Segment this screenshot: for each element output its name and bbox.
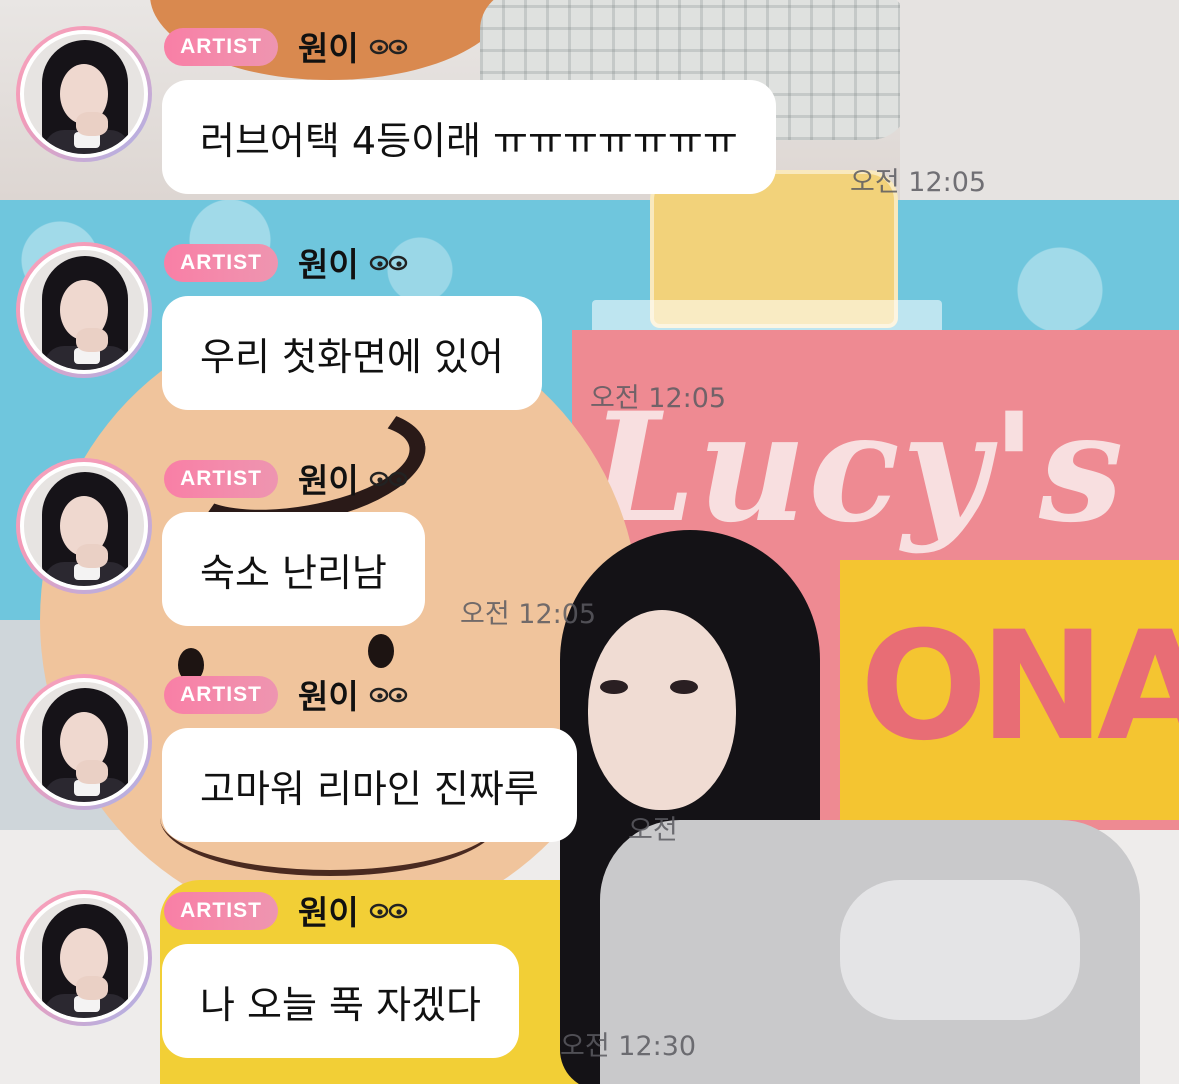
eyes-icon xyxy=(369,39,407,55)
avatar-photo xyxy=(20,246,148,374)
artist-badge: ARTIST xyxy=(164,892,278,930)
avatar-photo xyxy=(20,678,148,806)
sender-name[interactable]: 원이 xyxy=(298,672,409,716)
message-time: 오전 xyxy=(628,815,678,846)
message-row: ARTIST 원이 우리 첫화면에 있어 오전 12:05 xyxy=(0,216,1179,426)
message-bubble[interactable]: 우리 첫화면에 있어 xyxy=(162,296,542,410)
message-row: ARTIST 원이 숙소 난리남 오전 12:05 xyxy=(0,432,1179,642)
sender-name-text: 원이 xyxy=(298,677,359,716)
message-bubble[interactable]: 고마워 리마인 진짜루 xyxy=(162,728,577,842)
sender-name-text: 원이 xyxy=(298,893,359,932)
message-time: 오전 12:05 xyxy=(850,167,987,198)
artist-avatar[interactable] xyxy=(16,890,152,1026)
message-row: ARTIST 원이 나 오늘 푹 자겠다 오전 12:30 xyxy=(0,864,1179,1074)
artist-badge: ARTIST xyxy=(164,28,278,66)
artist-avatar[interactable] xyxy=(16,26,152,162)
sender-name[interactable]: 원이 xyxy=(298,240,409,284)
eyes-icon xyxy=(369,903,407,919)
avatar-photo xyxy=(20,894,148,1022)
artist-avatar[interactable] xyxy=(16,458,152,594)
artist-badge: ARTIST xyxy=(164,676,278,714)
message-row: ARTIST 원이 러브어택 4등이래 ㅠㅠㅠㅠㅠㅠㅠ 오전 12:05 xyxy=(0,0,1179,210)
message-bubble[interactable]: 나 오늘 푹 자겠다 xyxy=(162,944,519,1058)
sender-name[interactable]: 원이 xyxy=(298,24,409,68)
message-bubble[interactable]: 러브어택 4등이래 ㅠㅠㅠㅠㅠㅠㅠ xyxy=(162,80,776,194)
artist-avatar[interactable] xyxy=(16,674,152,810)
message-time: 오전 12:05 xyxy=(590,383,727,414)
eyes-icon xyxy=(369,471,407,487)
artist-badge: ARTIST xyxy=(164,244,278,282)
artist-avatar[interactable] xyxy=(16,242,152,378)
eyes-icon xyxy=(369,255,407,271)
message-time: 오전 12:05 xyxy=(460,599,597,630)
message-bubble[interactable]: 숙소 난리남 xyxy=(162,512,425,626)
message-time: 오전 12:30 xyxy=(560,1031,697,1062)
sender-name[interactable]: 원이 xyxy=(298,888,409,932)
sender-name-text: 원이 xyxy=(298,461,359,500)
sender-name[interactable]: 원이 xyxy=(298,456,409,500)
message-row: ARTIST 원이 고마워 리마인 진짜루 오전 xyxy=(0,648,1179,858)
sender-name-text: 원이 xyxy=(298,245,359,284)
artist-badge: ARTIST xyxy=(164,460,278,498)
avatar-photo xyxy=(20,30,148,158)
eyes-icon xyxy=(369,687,407,703)
sender-name-text: 원이 xyxy=(298,29,359,68)
avatar-photo xyxy=(20,462,148,590)
